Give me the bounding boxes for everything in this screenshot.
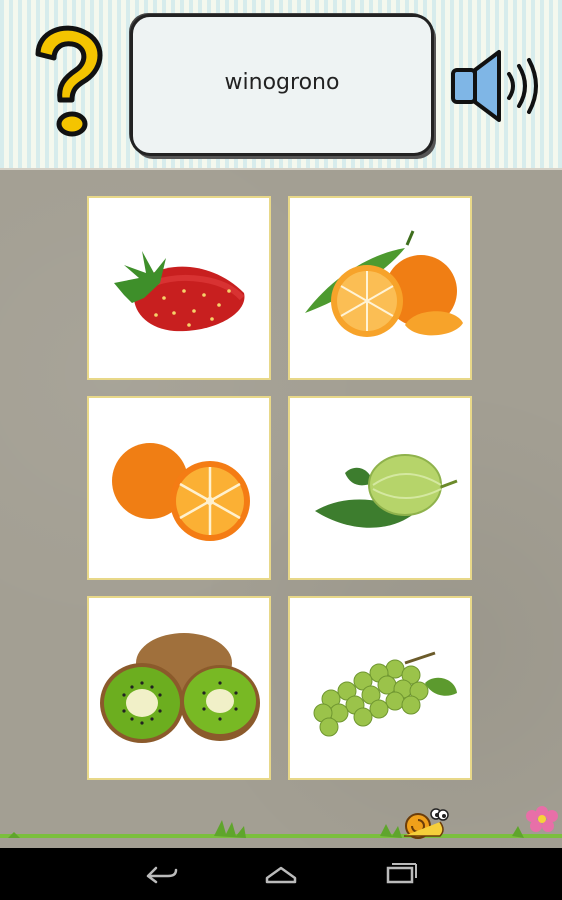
kiwi-image <box>100 633 260 743</box>
speaker-icon <box>451 50 538 122</box>
target-word: winogrono <box>224 69 340 95</box>
back-icon[interactable] <box>142 860 182 888</box>
gooseberry-image <box>315 454 458 528</box>
question-mark-icon <box>35 25 103 137</box>
tile-grapes[interactable] <box>288 596 472 780</box>
orange-image <box>112 443 250 541</box>
grass-strip-decoration <box>0 806 562 839</box>
strawberry-image <box>114 251 245 332</box>
fruit-grid-area <box>0 170 562 848</box>
home-icon[interactable] <box>261 860 301 888</box>
snail-icon <box>404 808 449 839</box>
system-navigation-bar <box>0 848 562 900</box>
recent-apps-icon[interactable] <box>380 860 420 888</box>
grapes-image <box>313 651 457 737</box>
tile-strawberry[interactable] <box>87 196 271 380</box>
help-button[interactable] <box>24 24 118 142</box>
tile-tangerine[interactable] <box>288 196 472 380</box>
tile-gooseberry[interactable] <box>288 396 472 580</box>
flower-icon <box>526 806 558 832</box>
tile-orange[interactable] <box>87 396 271 580</box>
sound-button[interactable] <box>447 46 543 126</box>
word-card: winogrono <box>130 14 434 156</box>
tangerine-image <box>305 230 463 337</box>
tile-kiwi[interactable] <box>87 596 271 780</box>
header-bar: winogrono <box>0 0 562 170</box>
